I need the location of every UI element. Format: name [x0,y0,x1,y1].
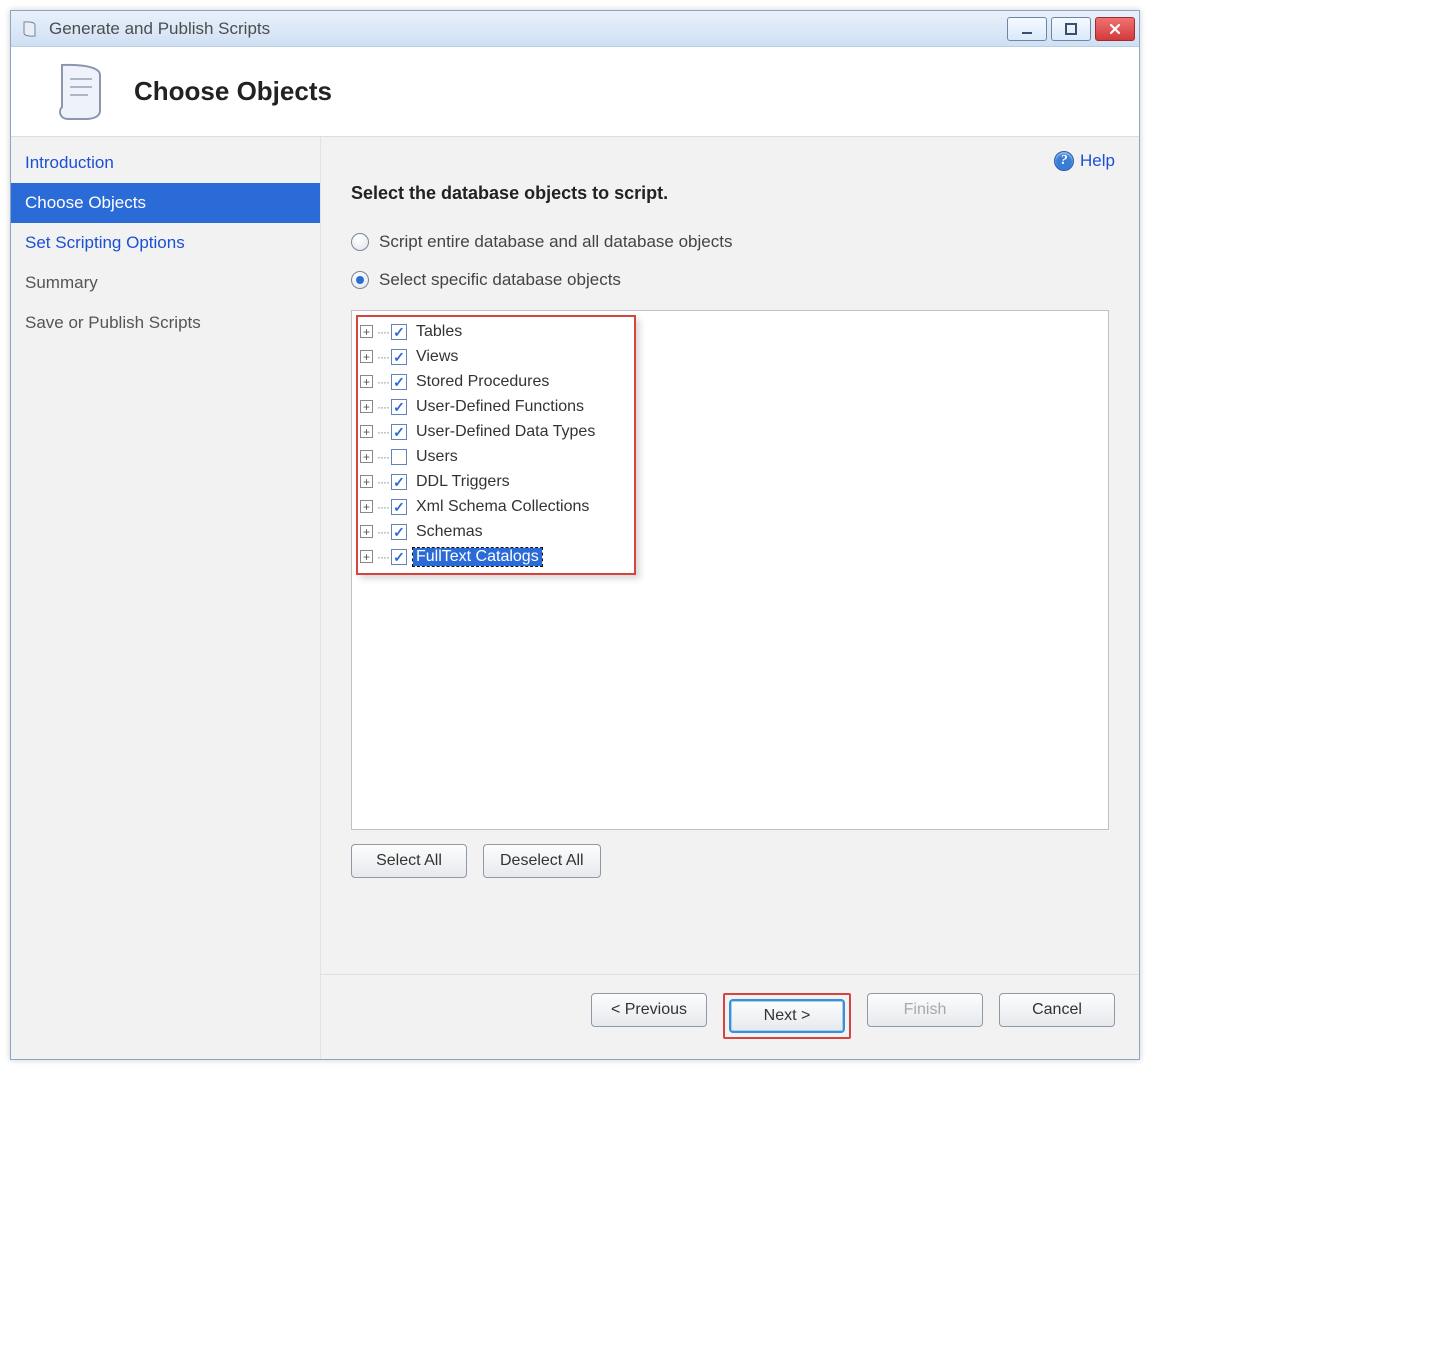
tree-leader-icon: ···· [377,325,389,339]
tree-item[interactable]: + ···· FullText Catalogs [360,544,1100,569]
tree-item-label: Users [413,448,461,466]
expand-icon[interactable]: + [360,500,373,513]
tree-item[interactable]: + ···· Views [360,344,1100,369]
tree-leader-icon: ···· [377,475,389,489]
close-button[interactable] [1095,17,1135,41]
radio-select-specific[interactable]: Select specific database objects [321,266,1139,304]
header-band: Choose Objects [11,47,1139,137]
expand-icon[interactable]: + [360,350,373,363]
wizard-body: Introduction Choose Objects Set Scriptin… [11,137,1139,1059]
window-title: Generate and Publish Scripts [49,19,270,39]
previous-button[interactable]: < Previous [591,993,707,1027]
wizard-main: ? Help Select the database objects to sc… [321,137,1139,1059]
expand-icon[interactable]: + [360,475,373,488]
sidebar-item-set-scripting-options[interactable]: Set Scripting Options [11,223,320,263]
next-button[interactable]: Next > [729,999,845,1033]
tree-checkbox[interactable] [391,424,407,440]
tree-checkbox[interactable] [391,499,407,515]
radio-label: Script entire database and all database … [379,232,732,252]
sidebar-item-save-or-publish[interactable]: Save or Publish Scripts [11,303,320,343]
deselect-all-button[interactable]: Deselect All [483,844,601,878]
radio-label: Select specific database objects [379,270,621,290]
tree-checkbox[interactable] [391,324,407,340]
tree-item[interactable]: + ···· DDL Triggers [360,469,1100,494]
sidebar-item-summary[interactable]: Summary [11,263,320,303]
expand-icon[interactable]: + [360,325,373,338]
page-title: Choose Objects [134,76,332,107]
tree-item[interactable]: + ···· User-Defined Data Types [360,419,1100,444]
tree-leader-icon: ···· [377,500,389,514]
annotation-box: Next > [723,993,851,1039]
tree-checkbox[interactable] [391,349,407,365]
tree-item-label: Stored Procedures [413,373,552,391]
section-heading: Select the database objects to script. [321,171,1139,228]
tree-item-label: FullText Catalogs [413,548,542,566]
app-icon [19,18,41,40]
tree-item-label: Xml Schema Collections [413,498,592,516]
script-icon [46,57,116,127]
tree-item-label: User-Defined Data Types [413,423,598,441]
tree-checkbox[interactable] [391,524,407,540]
cancel-button[interactable]: Cancel [999,993,1115,1027]
tree-item-label: Tables [413,323,465,341]
minimize-button[interactable] [1007,17,1047,41]
expand-icon[interactable]: + [360,525,373,538]
tree-item[interactable]: + ···· Stored Procedures [360,369,1100,394]
expand-icon[interactable]: + [360,450,373,463]
tree-item[interactable]: + ···· User-Defined Functions [360,394,1100,419]
titlebar: Generate and Publish Scripts [11,11,1139,47]
expand-icon[interactable]: + [360,375,373,388]
radio-script-entire[interactable]: Script entire database and all database … [321,228,1139,266]
tree-checkbox[interactable] [391,449,407,465]
sidebar-item-choose-objects[interactable]: Choose Objects [11,183,320,223]
tree-item-label: Views [413,348,461,366]
tree-leader-icon: ···· [377,525,389,539]
tree-leader-icon: ···· [377,350,389,364]
tree-leader-icon: ···· [377,550,389,564]
finish-button: Finish [867,993,983,1027]
wizard-footer: < Previous Next > Finish Cancel [321,974,1139,1059]
tree-item[interactable]: + ···· Schemas [360,519,1100,544]
wizard-window: Generate and Publish Scripts Choose Obje… [10,10,1140,1060]
tree-checkbox[interactable] [391,399,407,415]
tree-item[interactable]: + ···· Xml Schema Collections [360,494,1100,519]
wizard-sidebar: Introduction Choose Objects Set Scriptin… [11,137,321,1059]
select-all-button[interactable]: Select All [351,844,467,878]
expand-icon[interactable]: + [360,550,373,563]
tree-checkbox[interactable] [391,549,407,565]
tree-item[interactable]: + ···· Users [360,444,1100,469]
help-link[interactable]: ? Help [321,137,1139,171]
expand-icon[interactable]: + [360,425,373,438]
object-tree[interactable]: + ···· Tables + ···· Views + ···· Stored Procedu… [351,310,1109,830]
tree-leader-icon: ···· [377,425,389,439]
tree-item[interactable]: + ···· Tables [360,319,1100,344]
maximize-button[interactable] [1051,17,1091,41]
tree-item-label: Schemas [413,523,486,541]
tree-leader-icon: ···· [377,375,389,389]
radio-icon [351,233,369,251]
tree-checkbox[interactable] [391,474,407,490]
tree-leader-icon: ···· [377,400,389,414]
tree-item-label: User-Defined Functions [413,398,587,416]
help-icon: ? [1054,151,1074,171]
sidebar-item-introduction[interactable]: Introduction [11,143,320,183]
tree-leader-icon: ···· [377,450,389,464]
expand-icon[interactable]: + [360,400,373,413]
radio-icon [351,271,369,289]
help-label: Help [1080,151,1115,171]
tree-checkbox[interactable] [391,374,407,390]
tree-item-label: DDL Triggers [413,473,513,491]
